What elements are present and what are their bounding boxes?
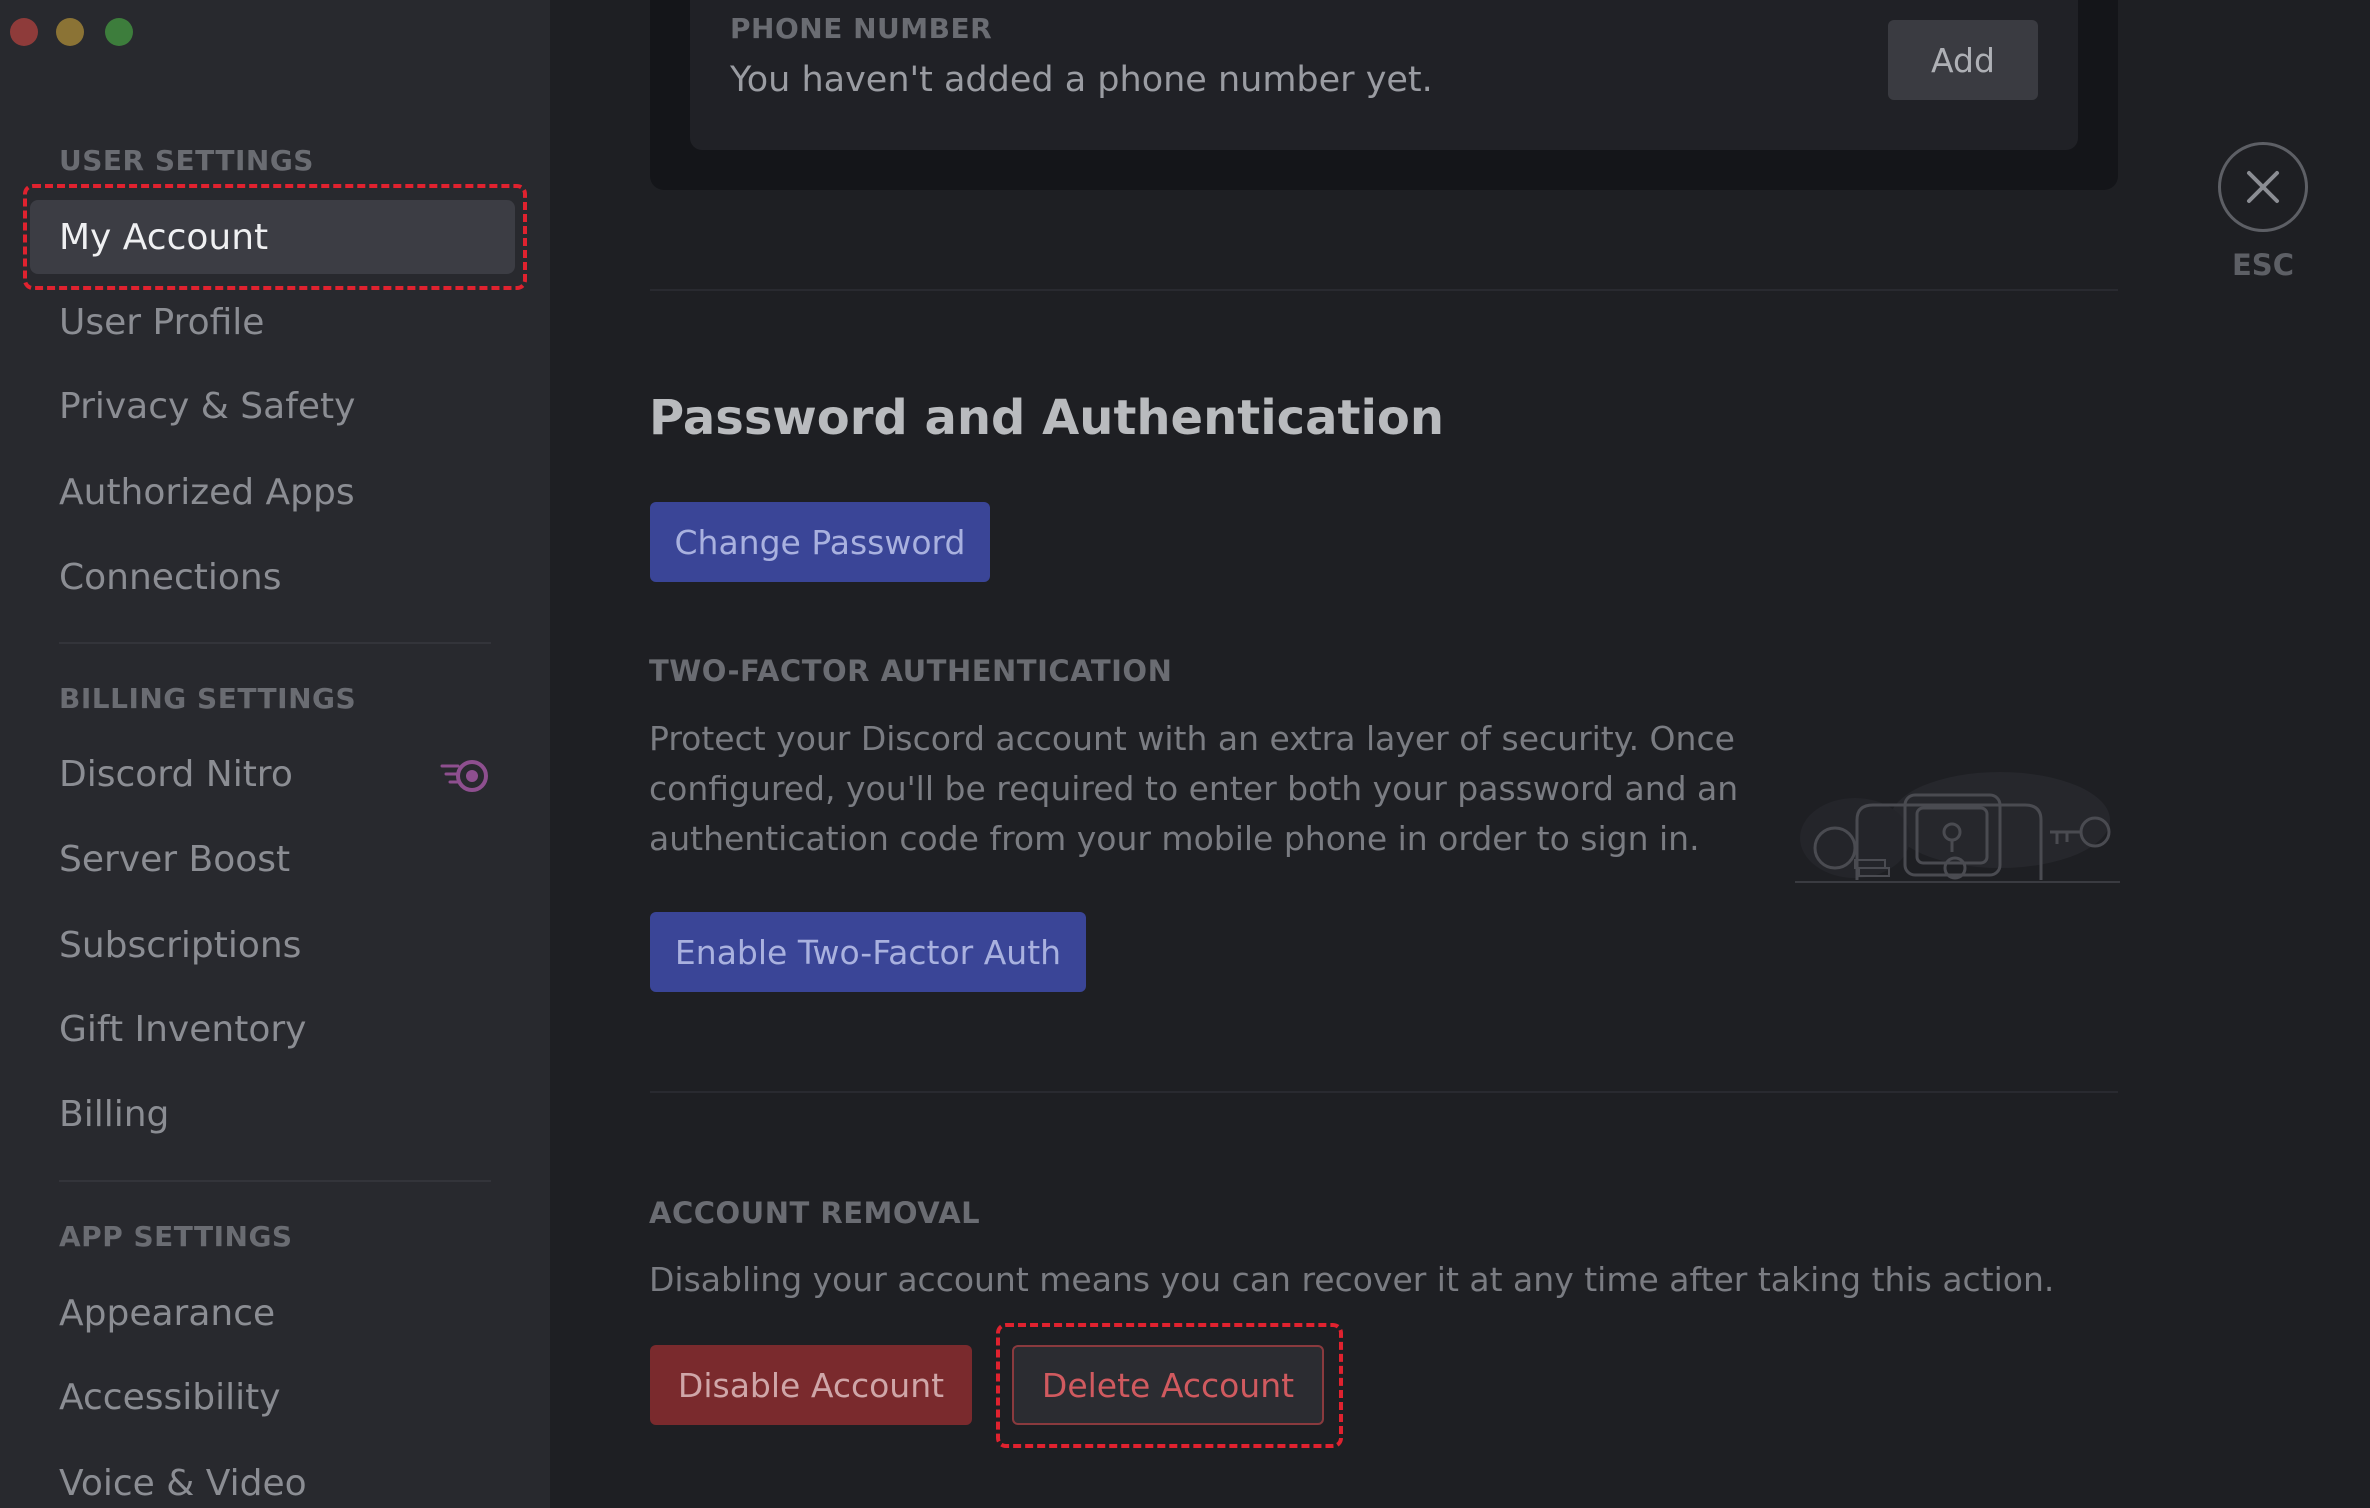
sidebar-item-voice-video[interactable]: Voice & Video xyxy=(30,1446,515,1508)
change-password-button[interactable]: Change Password xyxy=(650,502,990,582)
sidebar-item-label: Connections xyxy=(59,556,282,598)
two-factor-label: TWO-FACTOR AUTHENTICATION xyxy=(649,654,1173,688)
sidebar-item-billing[interactable]: Billing xyxy=(30,1077,515,1151)
password-auth-title: Password and Authentication xyxy=(649,390,1445,446)
sidebar-item-gift-inventory[interactable]: Gift Inventory xyxy=(30,992,515,1066)
sidebar-item-connections[interactable]: Connections xyxy=(30,540,515,614)
delete-account-button[interactable]: Delete Account xyxy=(1012,1345,1324,1425)
section-divider xyxy=(650,1091,2118,1093)
two-factor-description-line: configured, you'll be required to enter … xyxy=(649,769,1739,808)
close-icon xyxy=(2247,171,2279,203)
window-minimize-dot[interactable] xyxy=(56,18,84,46)
window-maximize-dot[interactable] xyxy=(105,18,133,46)
sidebar-item-label: My Account xyxy=(59,216,269,258)
phone-number-label: PHONE NUMBER xyxy=(730,12,993,45)
settings-sidebar: USER SETTINGS My Account User Profile Pr… xyxy=(0,0,550,1508)
safe-illustration xyxy=(1795,772,2120,883)
close-settings-button[interactable] xyxy=(2218,142,2308,232)
sidebar-item-label: User Profile xyxy=(59,301,265,343)
sidebar-item-appearance[interactable]: Appearance xyxy=(30,1276,515,1350)
window-close-dot[interactable] xyxy=(10,18,38,46)
two-factor-description-line: authentication code from your mobile pho… xyxy=(649,819,1700,858)
user-settings-header: USER SETTINGS xyxy=(59,144,314,177)
nitro-icon xyxy=(440,760,488,792)
sidebar-item-authorized-apps[interactable]: Authorized Apps xyxy=(30,455,515,529)
sidebar-divider xyxy=(59,1180,491,1182)
sidebar-item-label: Voice & Video xyxy=(59,1462,307,1504)
billing-settings-header: BILLING SETTINGS xyxy=(59,682,357,715)
sidebar-item-my-account[interactable]: My Account xyxy=(30,200,515,274)
two-factor-description-line: Protect your Discord account with an ext… xyxy=(649,719,1735,758)
sidebar-item-server-boost[interactable]: Server Boost xyxy=(30,822,515,896)
sidebar-item-label: Gift Inventory xyxy=(59,1008,307,1050)
app-settings-header: APP SETTINGS xyxy=(59,1220,293,1253)
section-divider xyxy=(650,289,2118,291)
sidebar-item-label: Billing xyxy=(59,1093,170,1135)
add-phone-button[interactable]: Add xyxy=(1888,20,2038,100)
sidebar-item-label: Appearance xyxy=(59,1292,276,1334)
phone-number-value: You haven't added a phone number yet. xyxy=(730,60,1433,100)
sidebar-item-user-profile[interactable]: User Profile xyxy=(30,285,515,359)
sidebar-item-label: Subscriptions xyxy=(59,924,302,966)
sidebar-item-label: Server Boost xyxy=(59,838,291,880)
sidebar-item-label: Accessibility xyxy=(59,1376,281,1418)
account-removal-description: Disabling your account means you can rec… xyxy=(649,1260,2055,1299)
account-removal-label: ACCOUNT REMOVAL xyxy=(649,1196,981,1230)
sidebar-item-label: Discord Nitro xyxy=(59,753,293,795)
sidebar-item-privacy-safety[interactable]: Privacy & Safety xyxy=(30,369,515,443)
sidebar-item-label: Privacy & Safety xyxy=(59,385,356,427)
sidebar-item-subscriptions[interactable]: Subscriptions xyxy=(30,908,515,982)
enable-two-factor-button[interactable]: Enable Two-Factor Auth xyxy=(650,912,1086,992)
sidebar-divider xyxy=(59,642,491,644)
disable-account-button[interactable]: Disable Account xyxy=(650,1345,972,1425)
sidebar-item-accessibility[interactable]: Accessibility xyxy=(30,1360,515,1434)
sidebar-item-label: Authorized Apps xyxy=(59,471,355,513)
esc-label: ESC xyxy=(2232,248,2294,282)
